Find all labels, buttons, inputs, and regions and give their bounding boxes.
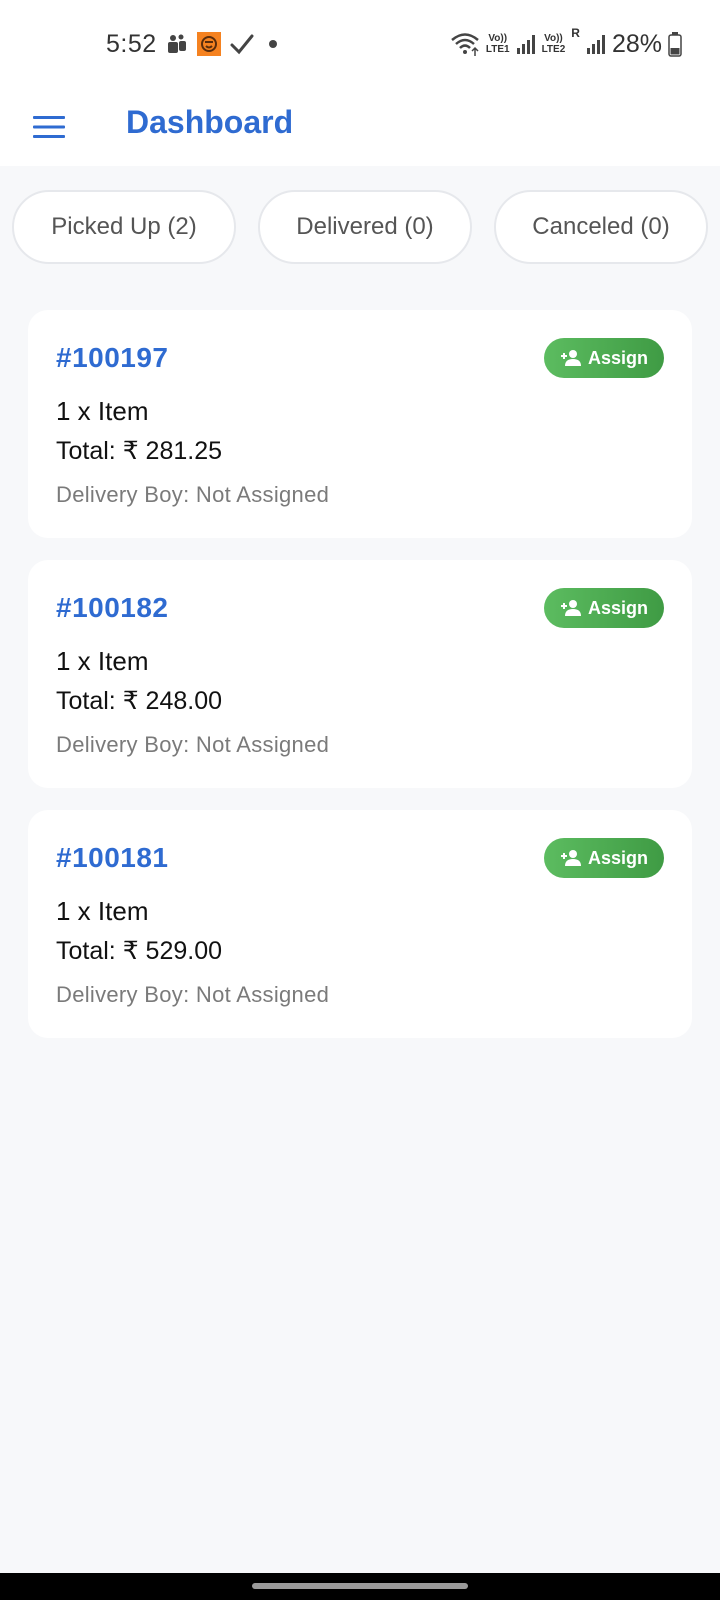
- tab-delivered[interactable]: Delivered (0): [258, 190, 472, 264]
- item-count: 1 x Item: [56, 396, 149, 426]
- status-bar: 5:52 Vo)) LTE1 Vo)) LTE2 R 28%: [0, 0, 720, 88]
- sim2-lte-text: LTE2: [541, 44, 566, 55]
- menu-icon: [33, 116, 65, 138]
- item-count: 1 x Item: [56, 896, 149, 926]
- sim1-volte-text: Vo)): [488, 33, 508, 44]
- item-count: 1 x Item: [56, 646, 149, 676]
- sim1-label: Vo)) LTE1: [486, 33, 510, 55]
- order-card[interactable]: #100181 Assign 1 x Item Total: ₹ 529.00 …: [28, 810, 692, 1038]
- add-person-icon: [560, 850, 581, 866]
- home-gesture-handle[interactable]: [252, 1583, 468, 1589]
- add-person-icon: [560, 600, 581, 616]
- battery-percent: 28%: [611, 29, 662, 58]
- tab-picked-up[interactable]: Picked Up (2): [12, 190, 236, 264]
- order-id: #100182: [56, 592, 169, 623]
- battery-icon: [668, 31, 682, 57]
- assign-button[interactable]: Assign: [544, 588, 664, 628]
- order-id: #100197: [56, 342, 169, 373]
- assign-label: Assign: [587, 597, 648, 618]
- sim1-lte-text: LTE1: [485, 44, 510, 55]
- system-nav-bar: [0, 1573, 720, 1600]
- signal-icon-2: [586, 32, 606, 56]
- delivery-boy-status: Delivery Boy: Not Assigned: [56, 732, 330, 757]
- status-right-group: Vo)) LTE1 Vo)) LTE2 R 28%: [450, 26, 682, 62]
- assign-label: Assign: [587, 347, 648, 368]
- status-time: 5:52: [106, 29, 157, 58]
- assign-button[interactable]: Assign: [544, 838, 664, 878]
- app-icon: [196, 32, 221, 56]
- teams-icon: [165, 32, 189, 56]
- order-total: Total: ₹ 529.00: [56, 937, 223, 965]
- page-title: Dashboard: [126, 104, 294, 140]
- delivery-boy-status: Delivery Boy: Not Assigned: [56, 482, 330, 507]
- status-left-group: 5:52: [106, 26, 283, 62]
- status-tabs: Picked Up (2) Delivered (0) Canceled (0): [0, 190, 720, 264]
- order-card[interactable]: #100182 Assign 1 x Item Total: ₹ 248.00 …: [28, 560, 692, 788]
- wifi-icon: [450, 31, 480, 57]
- tab-canceled[interactable]: Canceled (0): [494, 190, 708, 264]
- roaming-label: R: [571, 26, 580, 40]
- assign-button[interactable]: Assign: [544, 338, 664, 378]
- menu-button[interactable]: [28, 106, 70, 148]
- assign-label: Assign: [587, 847, 648, 868]
- check-icon: [229, 32, 255, 56]
- sim2-label: Vo)) LTE2: [542, 33, 566, 55]
- order-total: Total: ₹ 248.00: [56, 687, 223, 715]
- signal-icon: [516, 32, 536, 56]
- delivery-boy-status: Delivery Boy: Not Assigned: [56, 982, 330, 1007]
- order-id: #100181: [56, 842, 169, 873]
- add-person-icon: [560, 350, 581, 366]
- dot-icon: [263, 32, 283, 56]
- order-total: Total: ₹ 281.25: [56, 437, 223, 465]
- order-card[interactable]: #100197 Assign 1 x Item Total: ₹ 281.25 …: [28, 310, 692, 538]
- sim2-volte-text: Vo)): [544, 33, 563, 44]
- app-bar: Dashboard: [0, 88, 720, 166]
